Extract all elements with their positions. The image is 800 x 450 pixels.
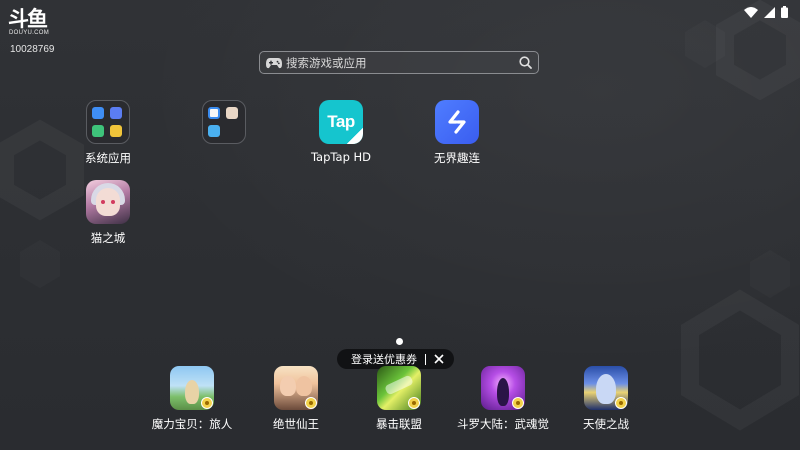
dock-game-2[interactable]: 绝世仙王 [241, 366, 351, 432]
gamepad-icon [266, 57, 282, 68]
app-folder-2[interactable] [179, 100, 269, 150]
game-label: 魔力宝贝：旅人 [151, 417, 233, 431]
douyu-logo-icon: 斗鱼 [8, 7, 50, 30]
search-icon[interactable] [519, 56, 532, 69]
signal-icon [764, 6, 775, 18]
app-label: 猫之城 [90, 231, 126, 245]
douyu-logo: 斗鱼 DOUYU.COM [8, 6, 58, 36]
game-icon [274, 366, 318, 410]
battery-icon [781, 6, 788, 18]
game-label: 斗罗大陆：武魂觉 [457, 417, 549, 431]
cloud-play-badge-icon [512, 397, 524, 409]
cloud-play-badge-icon [305, 397, 317, 409]
app-label: 系统应用 [85, 151, 131, 165]
toast-divider [425, 353, 426, 365]
game-icon [481, 366, 525, 410]
cloud-play-badge-icon [201, 397, 213, 409]
game-cat-icon [86, 180, 130, 224]
app-system-apps[interactable]: 系统应用 [63, 100, 153, 166]
app-cat-city[interactable]: 猫之城 [63, 180, 153, 246]
game-label: 天使之战 [583, 417, 629, 431]
wifi-icon [744, 6, 758, 18]
close-icon[interactable] [434, 354, 444, 364]
logo-subtitle: DOUYU.COM [9, 30, 50, 36]
game-label: 暴击联盟 [376, 417, 422, 431]
dock-game-4[interactable]: 斗罗大陆：武魂觉 [448, 366, 558, 432]
folder-icon [86, 100, 130, 144]
svg-text:斗鱼: 斗鱼 [8, 7, 48, 30]
page-indicator-dot [396, 338, 403, 345]
wujie-icon [435, 100, 479, 144]
app-wujie[interactable]: 无界趣连 [412, 100, 502, 166]
search-bar[interactable]: 搜索游戏或应用 [259, 51, 539, 74]
game-label: 绝世仙王 [273, 417, 319, 431]
search-input[interactable]: 搜索游戏或应用 [286, 55, 519, 71]
app-label: 无界趣连 [434, 151, 480, 165]
dock-game-1[interactable]: 魔力宝贝：旅人 [137, 366, 247, 432]
dock-game-5[interactable]: 天使之战 [551, 366, 661, 432]
status-bar [744, 6, 788, 18]
game-icon [170, 366, 214, 410]
folder-icon [202, 100, 246, 144]
cloud-play-badge-icon [408, 397, 420, 409]
taptap-icon: Tap [319, 100, 363, 144]
cloud-play-badge-icon [615, 397, 627, 409]
device-id: 10028769 [10, 44, 55, 55]
game-icon [377, 366, 421, 410]
game-icon [584, 366, 628, 410]
app-label: TapTap HD [310, 150, 372, 164]
dock-game-3[interactable]: 暴击联盟 [344, 366, 454, 432]
toast-text[interactable]: 登录送优惠券 [351, 351, 417, 367]
app-taptap-hd[interactable]: Tap TapTap HD [296, 100, 386, 164]
